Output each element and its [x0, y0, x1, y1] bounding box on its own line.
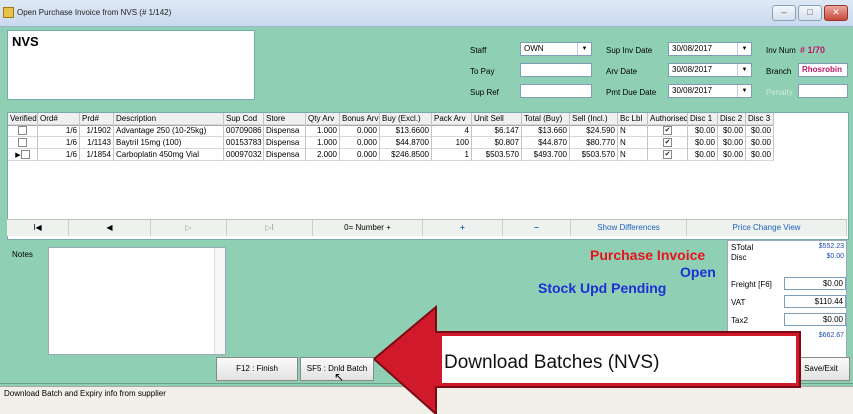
window-controls: – □ ✕ [772, 5, 848, 21]
show-differences-button[interactable]: Show Differences [571, 220, 687, 236]
title-bar: Open Purchase Invoice from NVS (# 1/142)… [0, 0, 853, 27]
last-record-button[interactable]: ▷I [227, 220, 313, 236]
maximize-icon[interactable]: □ [798, 5, 822, 21]
col-bonus[interactable]: Bonus Arv [340, 113, 380, 125]
verified-checkbox[interactable] [18, 126, 27, 136]
supref-field[interactable] [520, 84, 592, 98]
authorised-checkbox[interactable] [663, 126, 672, 136]
callout-text: Download Batches (NVS) [444, 352, 660, 373]
table-row[interactable]: 1/6 1/1902 Advantage 250 (10-25kg) 00709… [8, 125, 774, 137]
status-stock-update: Stock Upd Pending [538, 280, 667, 296]
col-bclbl[interactable]: Bc Lbl [618, 113, 648, 125]
price-change-view-button[interactable]: Price Change View [687, 220, 847, 236]
chevron-down-icon[interactable]: ▼ [737, 43, 751, 55]
supplier-name-box: NVS [7, 30, 255, 100]
first-record-button[interactable]: I◀ [7, 220, 69, 236]
table-row[interactable]: 1/6 1/1143 Baytril 15mg (100) 00153783 D… [8, 137, 774, 149]
arvdate-label: Arv Date [606, 67, 638, 76]
verified-checkbox[interactable] [18, 138, 27, 148]
disc-value: $0.00 [826, 253, 844, 260]
supinvdate-label: Sup Inv Date [606, 46, 653, 55]
table-row[interactable]: ▶ 1/6 1/1854 Carboplatin 450mg Vial 0009… [8, 149, 774, 161]
topay-field[interactable] [520, 63, 592, 77]
supinvdate-field[interactable]: 30/08/2017 ▼ [668, 42, 752, 56]
invnum-label: Inv Num [766, 46, 796, 55]
close-icon[interactable]: ✕ [824, 5, 848, 21]
chevron-down-icon[interactable]: ▼ [737, 85, 751, 97]
penalty-label: Penalty [766, 88, 793, 97]
finish-button[interactable]: F12 : Finish [216, 357, 298, 381]
verified-checkbox[interactable] [20, 150, 30, 160]
arvdate-field[interactable]: 30/08/2017 ▼ [668, 63, 752, 77]
staff-label: Staff [470, 46, 487, 55]
topay-label: To Pay [470, 67, 495, 76]
penalty-field[interactable] [798, 84, 848, 98]
col-unitsell[interactable]: Unit Sell [472, 113, 522, 125]
app-icon [3, 7, 14, 18]
minimize-icon[interactable]: – [772, 5, 796, 21]
authorised-checkbox[interactable] [663, 138, 672, 148]
notes-scrollbar[interactable] [214, 248, 225, 354]
col-verified[interactable]: Verified [8, 113, 38, 125]
window-title: Open Purchase Invoice from NVS (# 1/142) [17, 8, 172, 17]
freight-label: Freight [F6] [731, 280, 772, 289]
disc-label: Disc [731, 253, 747, 262]
chevron-down-icon[interactable]: ▼ [577, 43, 591, 55]
col-supcod[interactable]: Sup Cod [224, 113, 264, 125]
pmtdue-field[interactable]: 30/08/2017 ▼ [668, 84, 752, 98]
col-authorised[interactable]: Authorised [648, 113, 688, 125]
chevron-down-icon[interactable]: ▼ [737, 64, 751, 76]
number-button[interactable]: 0= Number + [313, 220, 423, 236]
status-open: Open [680, 264, 716, 280]
col-ord[interactable]: Ord# [38, 113, 80, 125]
freight-field[interactable]: $0.00 [784, 277, 846, 290]
invnum-value: # 1/70 [800, 45, 826, 55]
supref-label: Sup Ref [470, 88, 499, 97]
col-description[interactable]: Description [114, 113, 224, 125]
remove-line-button[interactable]: − [503, 220, 571, 236]
col-total[interactable]: Total (Buy) [522, 113, 570, 125]
total-value: $662.67 [818, 332, 844, 339]
col-qty[interactable]: Qty Arv [306, 113, 340, 125]
prev-record-button[interactable]: ◀ [69, 220, 151, 236]
pmtdue-label: Pmt Due Date [606, 88, 657, 97]
branch-select[interactable]: Rhosrobin [798, 63, 848, 77]
stotal-label: STotal [731, 243, 754, 252]
col-sell[interactable]: Sell (Incl.) [570, 113, 618, 125]
next-record-button[interactable]: ▷ [151, 220, 227, 236]
notes-textarea[interactable] [48, 247, 226, 355]
authorised-checkbox[interactable] [663, 150, 672, 160]
staff-select[interactable]: OWN ▼ [520, 42, 592, 56]
status-doc-type: Purchase Invoice [590, 247, 706, 263]
col-buy[interactable]: Buy (Excl.) [380, 113, 432, 125]
grid-navigator: I◀ ◀ ▷ ▷I 0= Number + + − Show Differenc… [7, 219, 847, 236]
stotal-value: $552.23 [818, 243, 844, 250]
branch-label: Branch [766, 67, 792, 76]
col-disc3[interactable]: Disc 3 [746, 113, 774, 125]
col-pack[interactable]: Pack Arv [432, 113, 472, 125]
notes-label: Notes [12, 250, 33, 259]
add-line-button[interactable]: + [423, 220, 503, 236]
col-store[interactable]: Store [264, 113, 306, 125]
mouse-cursor-icon: ↖ [334, 370, 345, 384]
col-disc1[interactable]: Disc 1 [688, 113, 718, 125]
col-disc2[interactable]: Disc 2 [718, 113, 746, 125]
col-prd[interactable]: Prd# [80, 113, 114, 125]
